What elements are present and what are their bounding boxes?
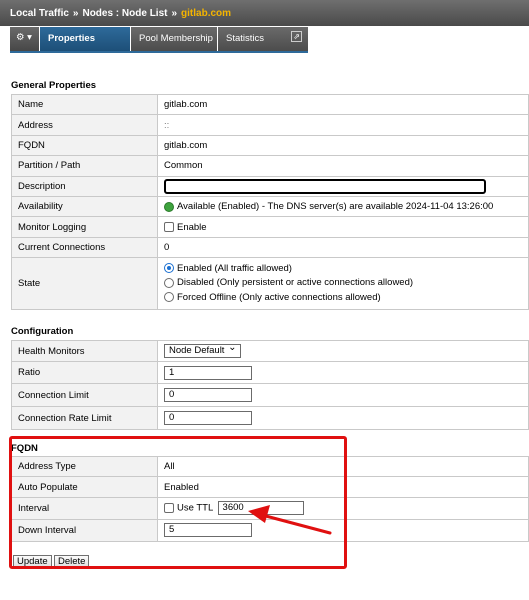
annotation-arrow-icon <box>248 505 332 535</box>
